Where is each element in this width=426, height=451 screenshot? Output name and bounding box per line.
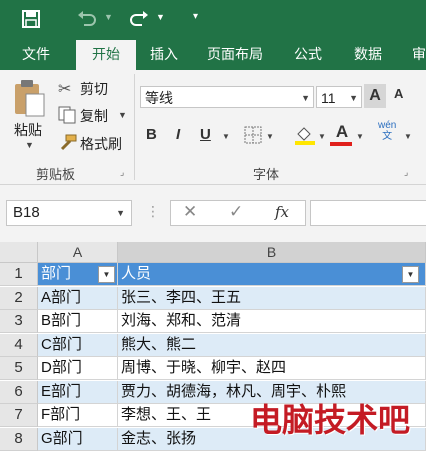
font-name-value: 等线	[145, 90, 173, 106]
ribbon: 粘贴 ▼ ✂ 剪切 复制 ▼ 格式刷 剪贴板 ⌟ 等线 ▼ 11 ▼ A A B…	[0, 70, 426, 185]
underline-dropdown-icon[interactable]: ▼	[222, 132, 230, 141]
paste-dropdown-icon[interactable]: ▼	[25, 140, 34, 150]
cell-department[interactable]: C部门	[38, 334, 118, 357]
formula-buttons: ✕ ✓ fx	[170, 200, 306, 226]
underline-button[interactable]: U	[200, 126, 211, 143]
row-header[interactable]: 5	[0, 357, 38, 380]
font-name-select[interactable]: 等线 ▼	[140, 86, 314, 108]
row-header[interactable]: 1	[0, 263, 38, 286]
phonetic-dropdown-icon[interactable]: ▼	[404, 132, 412, 141]
tab-home[interactable]: 开始	[76, 40, 136, 70]
cell-members[interactable]: 张三、李四、王五	[118, 287, 426, 310]
phonetic-guide-icon[interactable]: wén 文	[378, 120, 396, 142]
decrease-font-size-button[interactable]: A	[394, 86, 403, 101]
watermark: 电脑技术吧	[250, 402, 411, 438]
select-all-corner[interactable]	[0, 242, 38, 263]
name-box-value: B18	[13, 204, 40, 221]
chevron-down-icon: ▼	[301, 93, 310, 103]
undo-icon[interactable]	[76, 10, 98, 28]
italic-button[interactable]: I	[176, 126, 180, 143]
cell-members[interactable]: 刘海、郑和、范清	[118, 310, 426, 333]
drag-handle-icon[interactable]: ⋮	[146, 203, 160, 220]
row-header[interactable]: 7	[0, 404, 38, 427]
cell-department[interactable]: G部门	[38, 428, 118, 451]
tab-insert[interactable]: 插入	[140, 38, 188, 70]
cell-members[interactable]: 熊大、熊二	[118, 334, 426, 357]
cell-department[interactable]: E部门	[38, 381, 118, 404]
redo-icon[interactable]	[128, 10, 150, 28]
cut-icon[interactable]: ✂	[58, 79, 71, 99]
tab-page-layout[interactable]: 页面布局	[196, 38, 274, 70]
copy-icon[interactable]	[58, 106, 76, 124]
filter-dropdown-icon[interactable]: ▼	[98, 266, 115, 283]
save-icon[interactable]	[22, 10, 40, 28]
font-size-select[interactable]: 11 ▼	[316, 86, 362, 108]
font-launcher-icon[interactable]: ⌟	[404, 167, 408, 178]
cell-department[interactable]: A部门	[38, 287, 118, 310]
paste-icon[interactable]	[12, 78, 46, 118]
tab-file[interactable]: 文件	[10, 38, 62, 70]
font-size-value: 11	[321, 90, 336, 106]
row-header[interactable]: 4	[0, 334, 38, 357]
cell-department[interactable]: F部门	[38, 404, 118, 427]
name-box[interactable]: B18 ▼	[6, 200, 132, 226]
borders-dropdown-icon[interactable]: ▼	[266, 132, 274, 141]
copy-dropdown-icon[interactable]: ▼	[118, 110, 127, 120]
font-color-swatch	[330, 142, 352, 146]
formula-input[interactable]	[310, 200, 426, 226]
cell-department[interactable]: D部门	[38, 357, 118, 380]
font-color-dropdown-icon[interactable]: ▼	[356, 132, 364, 141]
clipboard-group-label: 剪贴板	[36, 167, 76, 182]
group-separator	[134, 74, 135, 180]
font-color-button[interactable]: A	[332, 122, 352, 142]
font-group-label: 字体	[253, 167, 280, 182]
cancel-icon[interactable]: ✕	[183, 202, 197, 222]
row-header[interactable]: 6	[0, 381, 38, 404]
cut-label[interactable]: 剪切	[80, 79, 108, 99]
tab-data[interactable]: 数据	[342, 38, 394, 70]
bold-button[interactable]: B	[146, 126, 157, 143]
filter-dropdown-icon[interactable]: ▼	[402, 266, 419, 283]
paste-label[interactable]: 粘贴	[14, 120, 42, 140]
insert-function-button[interactable]: fx	[275, 203, 289, 221]
redo-dropdown-icon[interactable]: ▼	[156, 12, 165, 22]
format-painter-icon[interactable]	[58, 134, 78, 152]
column-header-a[interactable]: A	[38, 242, 118, 263]
clipboard-launcher-icon[interactable]: ⌟	[120, 167, 124, 178]
undo-dropdown-icon[interactable]: ▼	[104, 12, 113, 22]
ribbon-tabs: 文件 开始 插入 页面布局 公式 数据 审	[0, 38, 426, 70]
cell-department[interactable]: B部门	[38, 310, 118, 333]
format-painter-label[interactable]: 格式刷	[80, 134, 122, 154]
row-header[interactable]: 8	[0, 428, 38, 451]
column-header-b[interactable]: B	[118, 242, 426, 263]
cell-members[interactable]: 周博、于晓、柳宇、赵四	[118, 357, 426, 380]
increase-font-size-button[interactable]: A	[364, 84, 386, 108]
fill-color-dropdown-icon[interactable]: ▼	[318, 132, 326, 141]
title-bar: ▼ ▼ ▾	[0, 0, 426, 38]
row-header[interactable]: 2	[0, 287, 38, 310]
customize-qat-icon[interactable]: ▾	[193, 11, 198, 22]
chevron-down-icon[interactable]: ▼	[116, 201, 125, 225]
row-header[interactable]: 3	[0, 310, 38, 333]
tab-formulas[interactable]: 公式	[284, 38, 332, 70]
enter-icon[interactable]: ✓	[229, 202, 243, 222]
header-cell-members[interactable]: 人员	[118, 263, 426, 286]
tab-review[interactable]: 审	[404, 38, 426, 70]
copy-label[interactable]: 复制	[80, 106, 108, 126]
chevron-down-icon: ▼	[349, 93, 358, 103]
fill-color-icon[interactable]	[294, 124, 316, 146]
borders-icon[interactable]	[244, 126, 262, 144]
